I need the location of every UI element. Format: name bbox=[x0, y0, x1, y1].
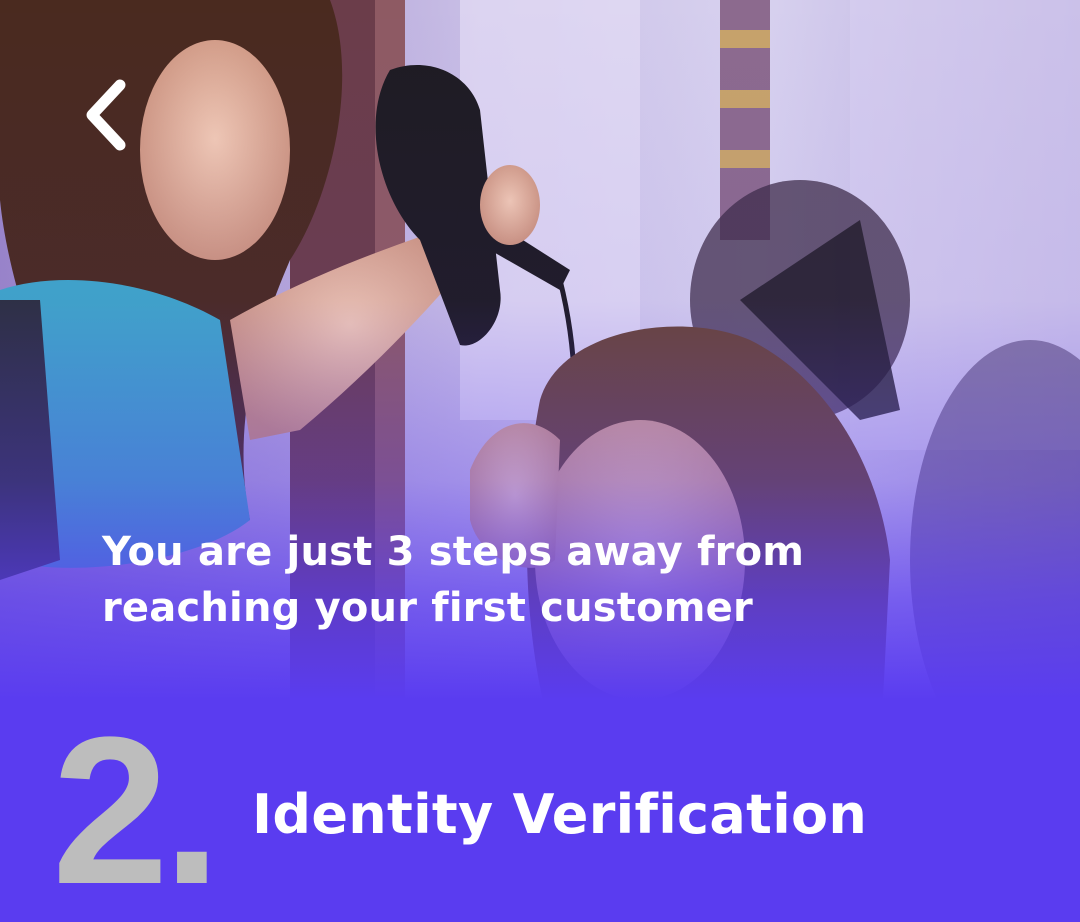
onboarding-headline: You are just 3 steps away from reaching … bbox=[102, 529, 805, 631]
onboarding-screen: You are just 3 steps away from reaching … bbox=[0, 0, 1080, 922]
step-number: 2. bbox=[52, 693, 221, 922]
step-title: Identity Verification bbox=[252, 783, 868, 846]
chevron-left-icon bbox=[86, 79, 126, 151]
back-button[interactable] bbox=[70, 70, 142, 160]
